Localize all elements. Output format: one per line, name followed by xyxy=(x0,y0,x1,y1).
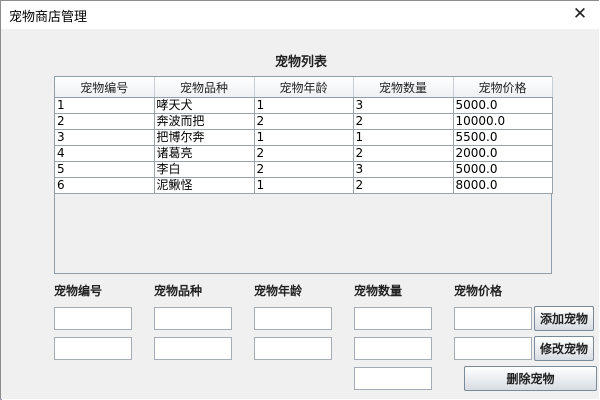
column-header-pet-age[interactable]: 宠物年龄 xyxy=(254,77,354,98)
cell-pet-quantity[interactable]: 3 xyxy=(353,97,454,114)
pet-quantity-input[interactable] xyxy=(354,307,432,330)
delete-pet-id-input[interactable] xyxy=(354,367,432,390)
table-row[interactable]: 5 李白 2 3 5000.0 xyxy=(55,161,553,178)
cell-pet-id[interactable]: 6 xyxy=(55,177,155,194)
edit-pet-quantity-input[interactable] xyxy=(354,337,432,360)
close-icon: ✕ xyxy=(572,4,588,24)
cell-pet-quantity[interactable]: 2 xyxy=(353,113,454,130)
main-panel: 宠物列表 宠物编号 宠物品种 宠物年龄 宠物数量 宠物价格 1 哮天犬 1 3 … xyxy=(1,29,599,399)
edit-pet-button[interactable]: 修改宠物 xyxy=(534,336,594,361)
cell-pet-age[interactable]: 1 xyxy=(254,177,354,194)
pet-table-container[interactable]: 宠物编号 宠物品种 宠物年龄 宠物数量 宠物价格 1 哮天犬 1 3 5000.… xyxy=(54,76,553,274)
cell-pet-price[interactable]: 5000.0 xyxy=(453,97,553,114)
cell-pet-age[interactable]: 2 xyxy=(254,161,354,178)
window-title: 宠物商店管理 xyxy=(9,10,88,25)
edit-pet-price-input[interactable] xyxy=(454,337,532,360)
label-pet-breed: 宠物品种 xyxy=(154,284,203,298)
cell-pet-quantity[interactable]: 2 xyxy=(353,177,454,194)
label-pet-id: 宠物编号 xyxy=(54,284,103,298)
table-row[interactable]: 6 泥鳅怪 1 2 8000.0 xyxy=(55,177,553,194)
label-pet-age: 宠物年龄 xyxy=(254,284,303,298)
column-header-pet-quantity[interactable]: 宠物数量 xyxy=(353,77,454,98)
table-row[interactable]: 4 诸葛亮 2 2 2000.0 xyxy=(55,145,553,162)
cell-pet-breed[interactable]: 诸葛亮 xyxy=(154,145,255,162)
cell-pet-age[interactable]: 1 xyxy=(254,129,354,146)
edit-pet-id-input[interactable] xyxy=(54,337,132,360)
table-row[interactable]: 2 奔波而把 2 2 10000.0 xyxy=(55,113,553,130)
table-row[interactable]: 3 把博尔奔 1 1 5500.0 xyxy=(55,129,553,146)
cell-pet-id[interactable]: 5 xyxy=(55,161,155,178)
cell-pet-id[interactable]: 1 xyxy=(55,97,155,114)
cell-pet-price[interactable]: 5500.0 xyxy=(453,129,553,146)
cell-pet-breed[interactable]: 泥鳅怪 xyxy=(154,177,255,194)
cell-pet-price[interactable]: 10000.0 xyxy=(453,113,553,130)
column-header-pet-id[interactable]: 宠物编号 xyxy=(55,77,155,98)
cell-pet-age[interactable]: 2 xyxy=(254,145,354,162)
cell-pet-id[interactable]: 3 xyxy=(55,129,155,146)
cell-pet-quantity[interactable]: 1 xyxy=(353,129,454,146)
cell-pet-price[interactable]: 5000.0 xyxy=(453,161,553,178)
close-button[interactable]: ✕ xyxy=(567,3,593,25)
column-header-pet-price[interactable]: 宠物价格 xyxy=(453,77,553,98)
cell-pet-price[interactable]: 2000.0 xyxy=(453,145,553,162)
label-pet-price: 宠物价格 xyxy=(454,284,503,298)
cell-pet-price[interactable]: 8000.0 xyxy=(453,177,553,194)
title-bar: 宠物商店管理 ✕ xyxy=(1,1,599,29)
cell-pet-breed[interactable]: 把博尔奔 xyxy=(154,129,255,146)
table-header-row: 宠物编号 宠物品种 宠物年龄 宠物数量 宠物价格 xyxy=(55,77,553,98)
pet-age-input[interactable] xyxy=(254,307,332,330)
cell-pet-quantity[interactable]: 2 xyxy=(353,145,454,162)
cell-pet-id[interactable]: 4 xyxy=(55,145,155,162)
app-window: 宠物商店管理 ✕ 宠物列表 宠物编号 宠物品种 宠物年龄 宠物数量 宠物价格 1… xyxy=(0,0,599,399)
cell-pet-age[interactable]: 2 xyxy=(254,113,354,130)
table-row[interactable]: 1 哮天犬 1 3 5000.0 xyxy=(55,97,553,114)
edit-pet-breed-input[interactable] xyxy=(154,337,232,360)
cell-pet-id[interactable]: 2 xyxy=(55,113,155,130)
cell-pet-breed[interactable]: 奔波而把 xyxy=(154,113,255,130)
cell-pet-breed[interactable]: 哮天犬 xyxy=(154,97,255,114)
pet-list-title: 宠物列表 xyxy=(274,55,327,70)
pet-table: 宠物编号 宠物品种 宠物年龄 宠物数量 宠物价格 1 哮天犬 1 3 5000.… xyxy=(55,77,553,194)
pet-id-input[interactable] xyxy=(54,307,132,330)
cell-pet-breed[interactable]: 李白 xyxy=(154,161,255,178)
edit-pet-age-input[interactable] xyxy=(254,337,332,360)
column-header-pet-breed[interactable]: 宠物品种 xyxy=(154,77,255,98)
add-pet-button[interactable]: 添加宠物 xyxy=(534,306,594,331)
pet-breed-input[interactable] xyxy=(154,307,232,330)
delete-pet-button[interactable]: 删除宠物 xyxy=(464,366,597,391)
cell-pet-age[interactable]: 1 xyxy=(254,97,354,114)
label-pet-quantity: 宠物数量 xyxy=(354,284,403,298)
pet-price-input[interactable] xyxy=(454,307,532,330)
cell-pet-quantity[interactable]: 3 xyxy=(353,161,454,178)
